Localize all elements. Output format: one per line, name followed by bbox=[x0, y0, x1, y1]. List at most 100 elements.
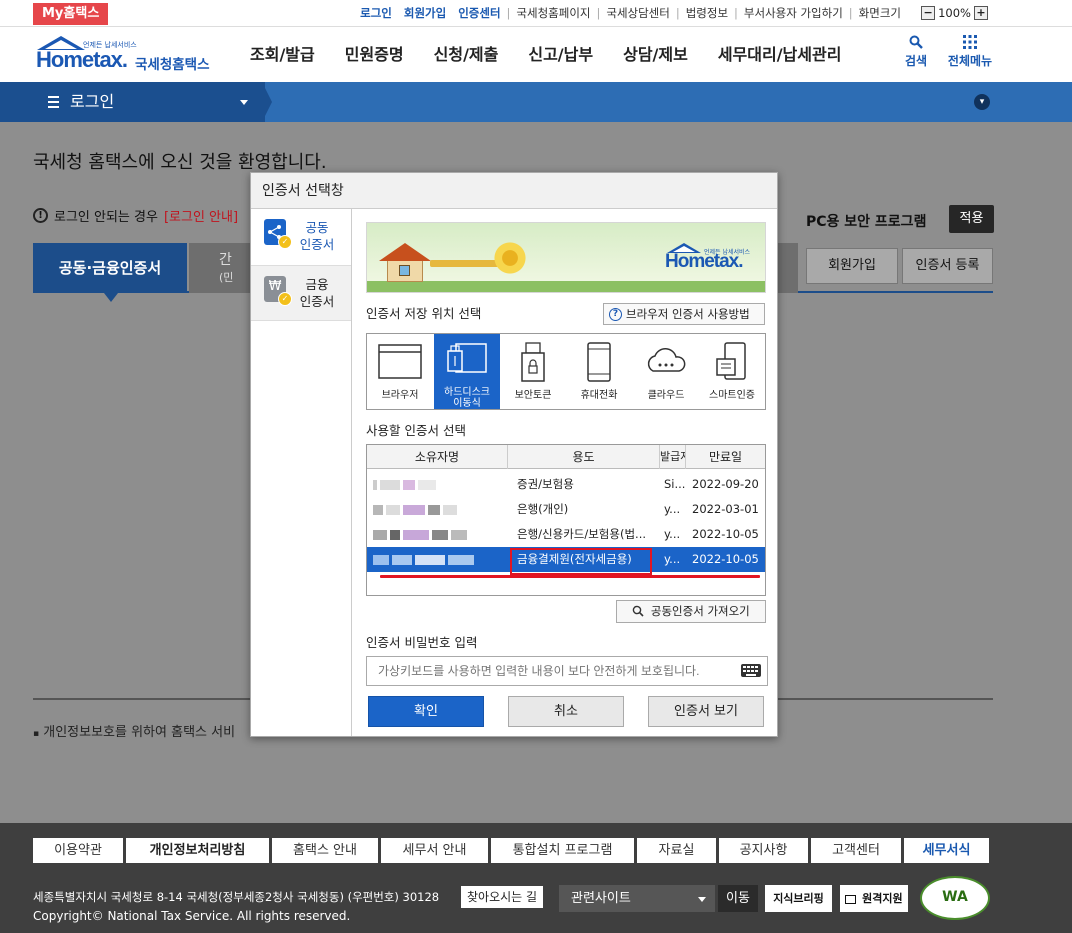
browser-cert-help-button[interactable]: ? 브라우저 인증서 사용방법 bbox=[603, 303, 765, 325]
column-issuer[interactable]: 발급자 bbox=[660, 445, 686, 469]
search-button[interactable]: 검색 bbox=[898, 35, 934, 69]
cert-usage: 증권/보험용 bbox=[517, 477, 574, 491]
check-badge-icon: ✓ bbox=[278, 235, 292, 249]
wa-certification-badge[interactable]: WA bbox=[920, 876, 990, 920]
browser-icon bbox=[378, 344, 422, 379]
cert-table-header: 소유자명 용도 발급자 만료일 bbox=[367, 445, 765, 469]
pc-security-label: PC용 보안 프로그램 bbox=[806, 214, 927, 230]
caret-down-icon bbox=[240, 100, 248, 105]
top-link-cert-center[interactable]: 인증센터 bbox=[452, 5, 506, 21]
cert-issuer: Si... bbox=[664, 477, 686, 491]
footer-link-customer[interactable]: 고객센터 bbox=[811, 838, 901, 863]
location-browser-label: 브라우저 bbox=[381, 390, 419, 401]
knowledge-briefing-banner[interactable]: 지식브리핑 bbox=[765, 885, 832, 912]
flower-icon bbox=[492, 240, 528, 276]
tab-pointer bbox=[104, 293, 118, 302]
cloud-icon bbox=[647, 348, 686, 372]
footer-link-tax-forms[interactable]: 세무서식 bbox=[904, 838, 989, 863]
footer-link-notice[interactable]: 공지사항 bbox=[719, 838, 808, 863]
footer-link-terms[interactable]: 이용약관 bbox=[33, 838, 123, 863]
top-link-law[interactable]: 법령정보 bbox=[680, 5, 734, 21]
location-cloud[interactable]: 클라우드 bbox=[633, 334, 699, 409]
location-smart-auth[interactable]: 스마트인증 bbox=[699, 334, 765, 409]
breadcrumb-arrow bbox=[262, 82, 272, 122]
top-link-nts-home[interactable]: 국세청홈페이지 bbox=[510, 5, 596, 21]
owner-redacted bbox=[373, 497, 507, 522]
all-menu-button[interactable]: 전체메뉴 bbox=[944, 35, 996, 69]
side-tab-financial-cert[interactable]: ₩ ✓ 금융 인증서 bbox=[251, 265, 351, 321]
welcome-heading: 국세청 홈택스에 오신 것을 환영합니다. bbox=[33, 152, 327, 173]
footer-link-tax-office[interactable]: 세무서 안내 bbox=[381, 838, 488, 863]
login-guide-link[interactable]: [로그인 안내] bbox=[164, 206, 238, 225]
zoom-in-button[interactable]: + bbox=[974, 6, 988, 20]
table-row[interactable]: 은행/신용카드/보험용(법... y... 2022-10-05 bbox=[367, 522, 765, 547]
location-harddisk-label: 하드디스크 이동식 bbox=[444, 387, 490, 409]
location-security-token[interactable]: 보안토큰 bbox=[500, 334, 566, 409]
nav-report-pay[interactable]: 신고/납부 bbox=[528, 41, 593, 65]
footer-link-install[interactable]: 통합설치 프로그램 bbox=[491, 838, 634, 863]
nav-apply[interactable]: 신청/제출 bbox=[434, 41, 499, 65]
table-row[interactable]: 증권/보험용 Si... 2022-09-20 bbox=[367, 472, 765, 497]
tab-joint-financial-cert[interactable]: 공동·금융인증서 bbox=[33, 243, 187, 293]
import-cert-button[interactable]: 공동인증서 가져오기 bbox=[616, 600, 766, 623]
login-menu-select[interactable]: 로그인 bbox=[0, 82, 265, 122]
usb-drive-icon bbox=[447, 343, 487, 373]
footer-link-library[interactable]: 자료실 bbox=[637, 838, 716, 863]
import-cert-label: 공동인증서 가져오기 bbox=[650, 604, 750, 618]
owner-redacted bbox=[373, 547, 507, 572]
go-button[interactable]: 이동 bbox=[718, 885, 758, 912]
chevron-down-icon bbox=[698, 897, 706, 902]
hometax-logo[interactable]: 언제든 납세서비스 Hometax. 국세청홈택스 bbox=[33, 33, 218, 75]
hamburger-icon bbox=[48, 96, 59, 111]
virtual-keyboard-icon[interactable] bbox=[741, 664, 761, 677]
cert-register-button[interactable]: 인증서 등록 bbox=[902, 248, 993, 284]
top-link-screen-size: 화면크기 bbox=[858, 6, 901, 20]
password-label: 인증서 비밀번호 입력 bbox=[366, 635, 478, 650]
monitor-icon bbox=[845, 894, 857, 904]
my-hometax-button[interactable]: My홈택스 bbox=[33, 3, 109, 25]
top-link-dept-user[interactable]: 부서사용자 가입하기 bbox=[738, 5, 849, 21]
column-expiry[interactable]: 만료일 bbox=[686, 445, 765, 469]
top-link-login[interactable]: 로그인 bbox=[354, 5, 398, 21]
apply-security-button[interactable]: 적용 bbox=[949, 205, 994, 233]
footer-link-privacy[interactable]: 개인정보처리방침 bbox=[126, 838, 269, 863]
related-sites-select[interactable]: 관련사이트 bbox=[559, 885, 715, 912]
banner-hometax-logo: 언제든 납세서비스 Hometax. bbox=[662, 239, 760, 279]
location-mobile[interactable]: 휴대전화 bbox=[566, 334, 632, 409]
nav-tax-agent[interactable]: 세무대리/납세관리 bbox=[718, 41, 842, 65]
join-button[interactable]: 회원가입 bbox=[806, 248, 898, 284]
location-harddisk[interactable]: 하드디스크 이동식 bbox=[434, 334, 500, 409]
tab-other[interactable] bbox=[778, 243, 798, 293]
search-icon bbox=[632, 605, 644, 617]
cancel-button[interactable]: 취소 bbox=[508, 696, 624, 727]
find-road-button[interactable]: 찾아오시는 길 bbox=[461, 886, 544, 908]
top-link-counsel[interactable]: 국세상담센터 bbox=[600, 5, 675, 21]
column-owner[interactable]: 소유자명 bbox=[367, 445, 508, 469]
zoom-level: 100% bbox=[938, 6, 971, 20]
confirm-button[interactable]: 확인 bbox=[368, 696, 484, 727]
remote-support-banner[interactable]: 원격지원 bbox=[840, 885, 908, 912]
table-row-selected[interactable]: 금융결제원(전자세금용) y... 2022-10-05 bbox=[367, 547, 765, 575]
hometax-banner: 언제든 납세서비스 Hometax. bbox=[366, 222, 766, 293]
cert-issuer: y... bbox=[664, 502, 681, 516]
zoom-out-button[interactable]: − bbox=[921, 6, 936, 20]
mobile-phone-icon bbox=[587, 342, 611, 382]
expand-down-icon[interactable]: ▾ bbox=[974, 94, 990, 110]
table-row[interactable]: 은행(개인) y... 2022-03-01 bbox=[367, 497, 765, 522]
side-tab-joint-cert[interactable]: ✓ 공동 인증서 bbox=[251, 209, 351, 265]
bullet: ▪ bbox=[33, 729, 40, 739]
nav-consult[interactable]: 상담/제보 bbox=[623, 41, 688, 65]
top-link-join[interactable]: 회원가입 bbox=[398, 5, 452, 21]
nav-inquiry[interactable]: 조회/발급 bbox=[250, 41, 315, 65]
location-mobile-label: 휴대전화 bbox=[580, 390, 618, 401]
location-browser[interactable]: 브라우저 bbox=[367, 334, 433, 409]
grid-icon bbox=[963, 35, 977, 49]
footer-copyright: Copyright© National Tax Service. All rig… bbox=[33, 909, 351, 923]
nav-certificate[interactable]: 민원증명 bbox=[345, 41, 404, 65]
cert-password-input[interactable] bbox=[366, 656, 768, 686]
login-notice: ! 로그인 안되는 경우 [로그인 안내] bbox=[33, 206, 238, 225]
view-cert-button[interactable]: 인증서 보기 bbox=[648, 696, 764, 727]
footer-link-hometax-guide[interactable]: 홈택스 안내 bbox=[272, 838, 378, 863]
column-usage[interactable]: 용도 bbox=[508, 445, 660, 469]
tab-simple-auth[interactable]: 간 (민 bbox=[189, 243, 259, 293]
